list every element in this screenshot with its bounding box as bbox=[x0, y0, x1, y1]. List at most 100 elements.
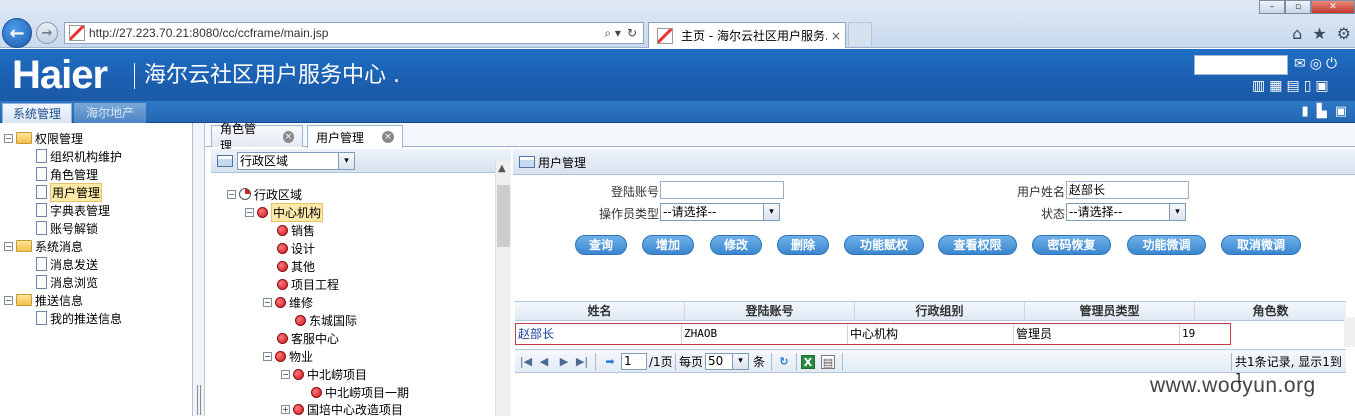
restore-button[interactable]: ▫ bbox=[1285, 0, 1311, 14]
reset-password-button[interactable]: 密码恢复 bbox=[1032, 235, 1111, 255]
region-node-sales[interactable]: 销售 bbox=[277, 221, 315, 239]
sidebar-splitter[interactable] bbox=[193, 123, 205, 416]
page-size-select[interactable]: 50 ▾ bbox=[705, 353, 749, 370]
new-tab-button[interactable] bbox=[848, 22, 872, 46]
cell-name[interactable]: 赵部长 bbox=[516, 324, 682, 344]
region-node-design[interactable]: 设计 bbox=[277, 239, 315, 257]
status-select[interactable]: --请选择-- ▾ bbox=[1066, 203, 1186, 221]
close-window-button[interactable]: ✕ bbox=[1311, 0, 1355, 14]
region-node-zhongbeilao-phase1[interactable]: 中北崂项目一期 bbox=[311, 383, 409, 401]
add-button[interactable]: 增加 bbox=[642, 235, 694, 255]
sidebar-folder-messages[interactable]: − 系统消息 bbox=[4, 237, 83, 255]
close-tab-icon[interactable]: × bbox=[831, 29, 841, 43]
next-page-icon[interactable]: ▶ bbox=[557, 355, 571, 369]
cancel-fine-tune-button[interactable]: 取消微调 bbox=[1221, 235, 1301, 255]
region-node-service[interactable]: 客服中心 bbox=[277, 329, 339, 347]
favorites-star-icon[interactable]: ★ bbox=[1312, 24, 1326, 43]
collapse-icon[interactable]: − bbox=[263, 297, 272, 307]
scroll-up-icon[interactable]: ▲ bbox=[498, 163, 506, 174]
region-scrollbar[interactable]: ▲ bbox=[495, 161, 511, 416]
back-button[interactable]: ← bbox=[2, 18, 32, 48]
sidebar-folder-push[interactable]: − 推送信息 bbox=[4, 291, 83, 309]
layout-icon-3[interactable]: ▤ bbox=[1286, 78, 1299, 94]
tab-user-management[interactable]: 用户管理 × bbox=[307, 125, 403, 148]
mail-icon[interactable]: ✉ bbox=[1294, 56, 1306, 72]
address-bar[interactable]: http://27.223.70.21:8080/cc/ccframe/main… bbox=[64, 22, 644, 44]
search-dropdown-icon[interactable]: ⌕ ▾ bbox=[604, 26, 621, 41]
region-node-root[interactable]: − 行政区域 bbox=[227, 185, 302, 203]
collapse-icon[interactable]: − bbox=[4, 295, 13, 305]
refresh-icon[interactable]: ↻ bbox=[777, 355, 791, 369]
close-tab-icon[interactable]: × bbox=[282, 130, 294, 143]
home-icon[interactable]: ⌂ bbox=[1292, 24, 1302, 43]
sidebar-item-org[interactable]: 组织机构维护 bbox=[36, 147, 122, 165]
first-page-icon[interactable]: |◀ bbox=[519, 355, 533, 369]
view-permission-button[interactable]: 查看权限 bbox=[938, 235, 1017, 255]
sidebar-item-send-message[interactable]: 消息发送 bbox=[36, 255, 98, 273]
collapse-icon[interactable]: − bbox=[281, 369, 290, 379]
prev-page-icon[interactable]: ◀ bbox=[537, 355, 551, 369]
sidebar-item-my-push[interactable]: 我的推送信息 bbox=[36, 309, 122, 327]
chevron-down-icon[interactable]: ▾ bbox=[732, 354, 748, 369]
save-icon[interactable]: ▙ bbox=[1317, 104, 1327, 119]
region-node-other[interactable]: 其他 bbox=[277, 257, 315, 275]
edit-button[interactable]: 修改 bbox=[710, 235, 762, 255]
sidebar-folder-permissions[interactable]: − 权限管理 bbox=[4, 129, 83, 147]
collapse-icon[interactable]: − bbox=[263, 351, 272, 361]
tool-icon[interactable]: ◎ bbox=[1310, 56, 1322, 72]
scroll-thumb[interactable] bbox=[497, 185, 510, 247]
splitter-grip[interactable] bbox=[197, 385, 201, 415]
layout-icon-2[interactable]: ▦ bbox=[1269, 78, 1282, 94]
column-header-group[interactable]: 行政组别 bbox=[855, 302, 1025, 321]
excel-export-icon[interactable]: X bbox=[801, 355, 815, 369]
close-tab-icon[interactable]: × bbox=[382, 131, 394, 143]
column-header-admin-type[interactable]: 管理员类型 bbox=[1025, 302, 1195, 321]
chevron-down-icon[interactable]: ▾ bbox=[338, 153, 354, 169]
region-node-project[interactable]: 项目工程 bbox=[277, 275, 339, 293]
page-number-input[interactable]: 1 bbox=[621, 353, 647, 370]
calculator-icon[interactable]: ▣ bbox=[1315, 78, 1328, 94]
collapse-icon[interactable]: − bbox=[227, 189, 236, 199]
header-search-input[interactable] bbox=[1194, 55, 1288, 75]
region-type-select[interactable]: 行政区域 ▾ bbox=[237, 152, 355, 170]
region-node-zhongbeilao[interactable]: − 中北崂项目 bbox=[281, 365, 367, 383]
minimize-button[interactable]: – bbox=[1259, 0, 1285, 14]
sidebar-item-unlock[interactable]: 账号解锁 bbox=[36, 219, 98, 237]
table-row[interactable]: 赵部长 ZHAOB 中心机构 管理员 19 bbox=[515, 323, 1231, 345]
module-tab-system[interactable]: 系统管理 bbox=[2, 103, 72, 123]
power-icon[interactable]: ⏻ bbox=[1326, 56, 1337, 72]
clipboard-icon[interactable]: ▯ bbox=[1304, 78, 1312, 94]
tab-role-management[interactable]: 角色管理 × bbox=[211, 122, 303, 153]
fullscreen-icon[interactable]: ▣ bbox=[1335, 104, 1347, 119]
login-account-input[interactable] bbox=[660, 181, 784, 199]
sidebar-item-users[interactable]: 用户管理 bbox=[36, 182, 103, 202]
sidebar-item-dictionary[interactable]: 字典表管理 bbox=[36, 201, 110, 219]
browser-tab-home[interactable]: 主页 - 海尔云社区用户服务... × bbox=[648, 22, 846, 48]
query-button[interactable]: 查询 bbox=[575, 235, 627, 255]
region-node-property[interactable]: − 物业 bbox=[263, 347, 313, 365]
operator-type-select[interactable]: --请选择-- ▾ bbox=[660, 203, 780, 221]
collapse-icon[interactable]: − bbox=[4, 241, 13, 251]
sidebar-item-roles[interactable]: 角色管理 bbox=[36, 165, 98, 183]
column-header-name[interactable]: 姓名 bbox=[515, 302, 685, 321]
bookmark-icon[interactable]: ▮ bbox=[1302, 104, 1309, 119]
go-page-icon[interactable]: ➡ bbox=[603, 355, 617, 369]
chevron-down-icon[interactable]: ▾ bbox=[1169, 204, 1185, 220]
chevron-down-icon[interactable]: ▾ bbox=[763, 204, 779, 220]
column-header-role-count[interactable]: 角色数 bbox=[1195, 302, 1346, 321]
collapse-icon[interactable]: − bbox=[4, 133, 13, 143]
expand-icon[interactable]: + bbox=[281, 404, 290, 414]
url-text[interactable]: http://27.223.70.21:8080/cc/ccframe/main… bbox=[89, 26, 604, 40]
collapse-icon[interactable]: − bbox=[245, 207, 254, 217]
region-node-center[interactable]: − 中心机构 bbox=[245, 202, 324, 222]
fine-tune-button[interactable]: 功能微调 bbox=[1127, 235, 1206, 255]
region-node-dongcheng[interactable]: 东城国际 bbox=[295, 311, 357, 329]
last-page-icon[interactable]: ▶| bbox=[575, 355, 589, 369]
forward-button[interactable]: → bbox=[36, 22, 58, 44]
delete-button[interactable]: 删除 bbox=[777, 235, 829, 255]
document-icon[interactable]: ▤ bbox=[821, 355, 835, 369]
sidebar-item-browse-messages[interactable]: 消息浏览 bbox=[36, 273, 98, 291]
user-name-input[interactable]: 赵部长 bbox=[1066, 181, 1189, 199]
layout-icon-1[interactable]: ▥ bbox=[1252, 78, 1265, 94]
refresh-icon[interactable]: ↻ bbox=[627, 26, 637, 41]
